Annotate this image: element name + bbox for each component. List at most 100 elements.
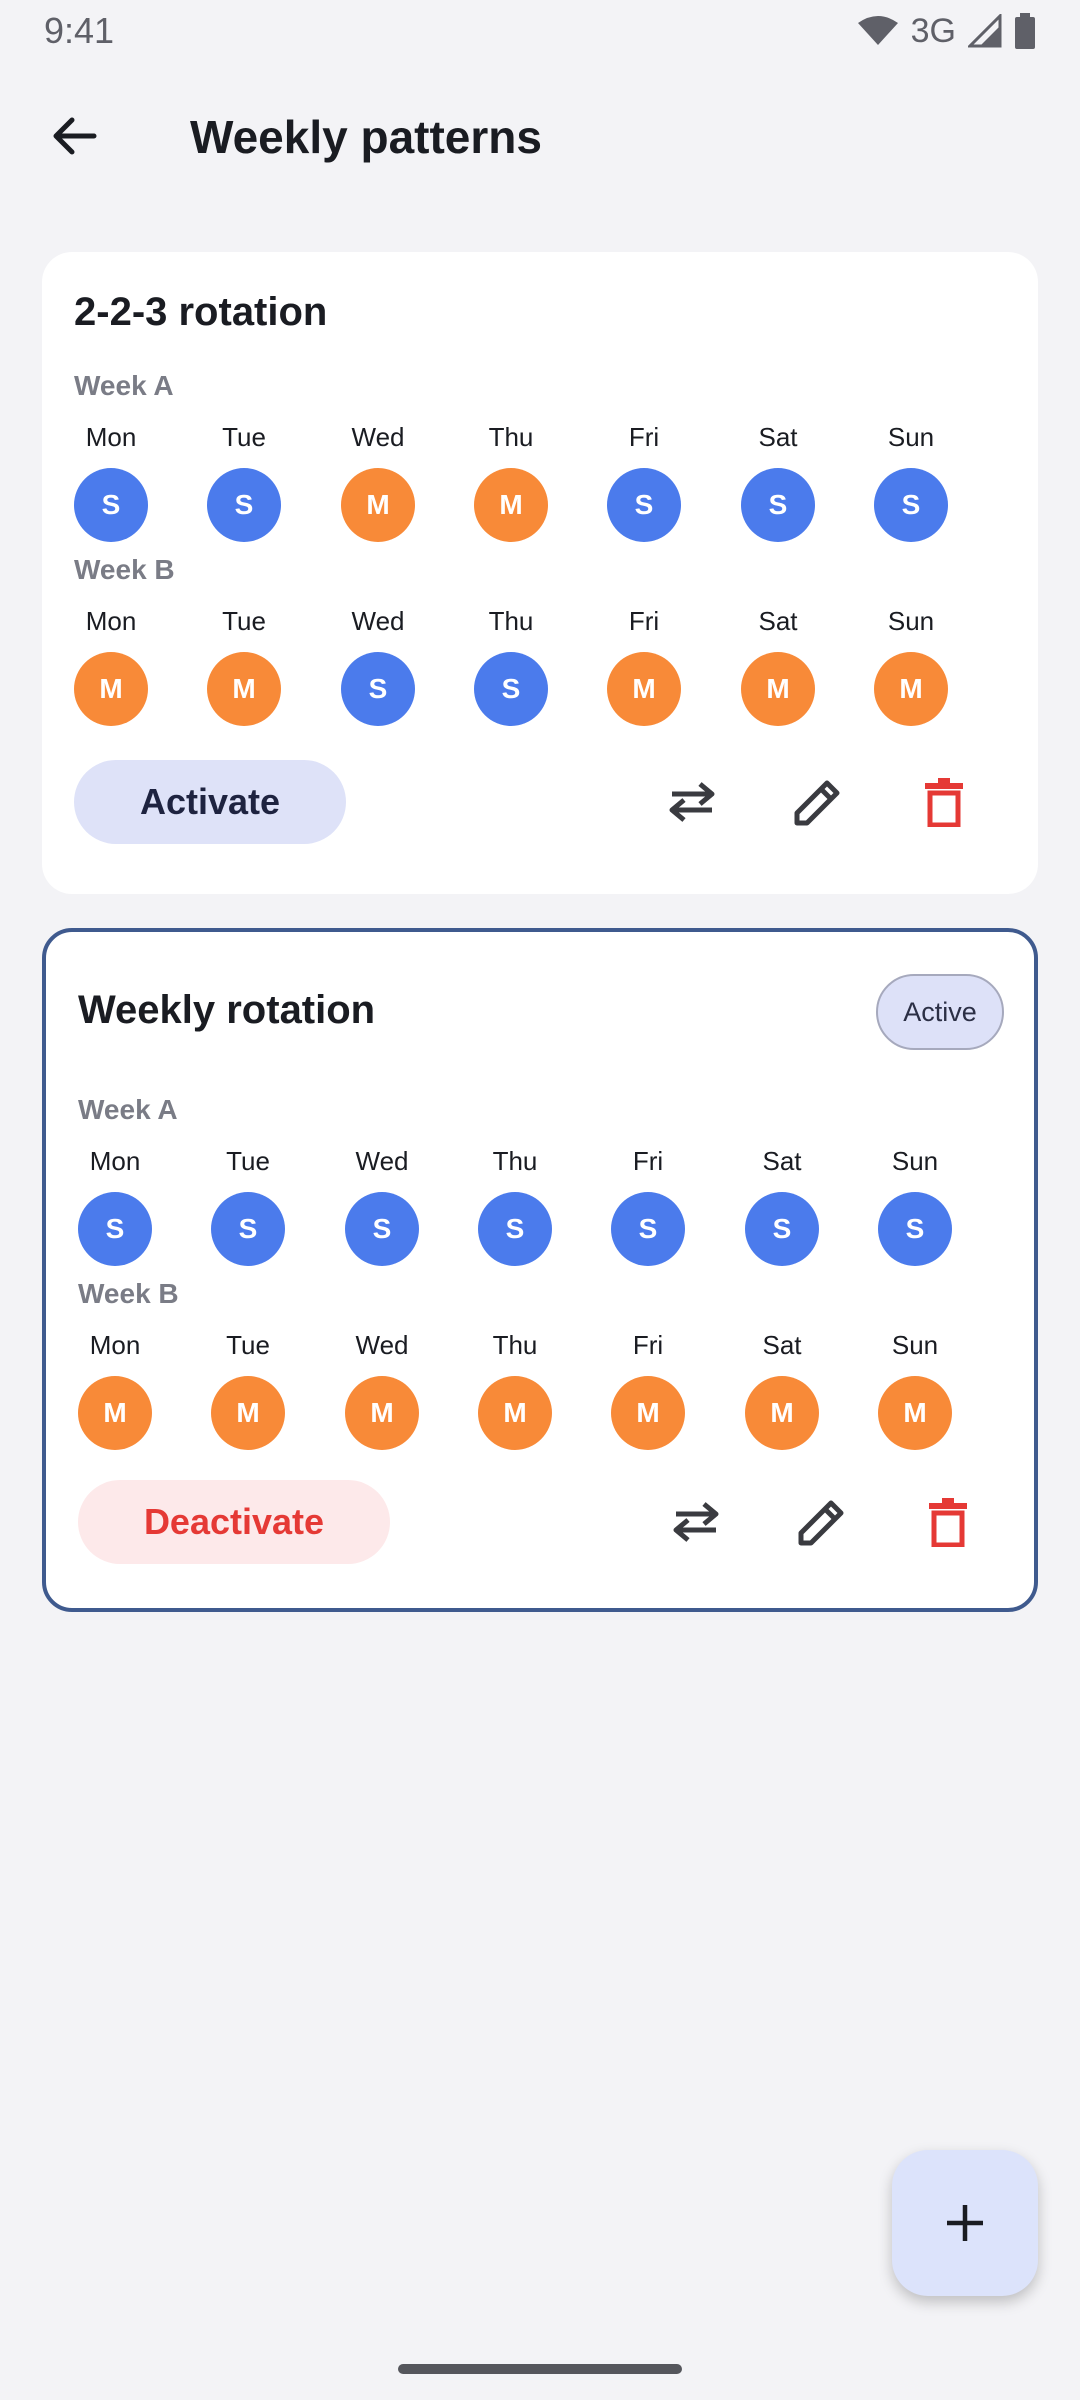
swap-button[interactable] [656,766,728,838]
day-cell-wed: Wed M [341,422,415,542]
shift-dot: M [478,1376,552,1450]
day-cell-wed: Wed S [345,1146,419,1266]
signal-icon [968,14,1002,48]
day-name: Tue [222,606,266,636]
day-name: Sat [762,1146,802,1176]
day-cell-mon: Mon S [78,1146,152,1266]
week-a-days: Mon S Tue S Wed M Thu M Fri S Sat S Sun S [74,422,1008,542]
shift-dot: M [211,1376,285,1450]
delete-button[interactable] [912,1486,984,1558]
pattern-card-2-2-3-rotation: 2-2-3 rotation Week A Mon S Tue S Wed M Thu M Fr… [42,252,1038,894]
shift-dot: S [474,652,548,726]
shift-dot: M [74,652,148,726]
day-name: Wed [355,1330,409,1360]
day-cell-thu: Thu M [474,422,548,542]
day-name: Thu [492,1330,538,1360]
day-cell-fri: Fri S [611,1146,685,1266]
day-cell-fri: Fri M [611,1330,685,1450]
edit-button[interactable] [782,766,854,838]
day-cell-tue: Tue M [207,606,281,726]
day-cell-sun: Sun M [878,1330,952,1450]
day-name: Fri [628,422,660,452]
shift-dot: S [878,1192,952,1266]
shift-dot: S [611,1192,685,1266]
shift-dot: M [474,468,548,542]
add-pattern-button[interactable] [892,2150,1038,2296]
day-name: Wed [355,1146,409,1176]
shift-dot: M [341,468,415,542]
shift-dot: S [78,1192,152,1266]
shift-dot: M [745,1376,819,1450]
screen: 9:41 3G Weekly patterns 2-2-3 rotation W… [0,0,1080,2400]
trash-icon [925,778,963,827]
shift-dot: M [874,652,948,726]
shift-dot: S [745,1192,819,1266]
delete-button[interactable] [908,766,980,838]
wifi-icon [857,16,898,45]
day-name: Sun [891,1146,939,1176]
day-name: Fri [632,1146,664,1176]
day-name: Mon [89,1330,141,1360]
status-bar: 9:41 3G [0,0,1080,62]
day-cell-sun: Sun S [878,1146,952,1266]
pattern-name: 2-2-3 rotation [74,290,328,334]
back-button[interactable] [44,106,104,166]
status-icons: 3G [857,12,1036,51]
week-a-label: Week A [78,1094,178,1125]
swap-icon [673,1502,719,1542]
day-name: Wed [351,606,405,636]
shift-dot: S [211,1192,285,1266]
week-a-label: Week A [74,370,174,401]
swap-button[interactable] [660,1486,732,1558]
shift-dot: M [207,652,281,726]
shift-dot: M [345,1376,419,1450]
week-b-days: Mon M Tue M Wed M Thu M Fri M Sat M Sun M [78,1330,1012,1450]
week-b-days: Mon M Tue M Wed S Thu S Fri M Sat M Sun M [74,606,1008,726]
day-name: Fri [628,606,660,636]
day-cell-thu: Thu S [478,1146,552,1266]
shift-dot: M [741,652,815,726]
day-name: Sun [887,606,935,636]
day-name: Mon [85,422,137,452]
week-a-days: Mon S Tue S Wed S Thu S Fri S Sat S Sun S [78,1146,1012,1266]
day-name: Mon [85,606,137,636]
shift-dot: M [878,1376,952,1450]
day-name: Sat [762,1330,802,1360]
shift-dot: M [611,1376,685,1450]
pattern-card-weekly-rotation: Weekly rotation Active Week A Mon S Tue S We… [42,928,1038,1612]
deactivate-button[interactable]: Deactivate [78,1480,390,1564]
day-cell-tue: Tue S [211,1146,285,1266]
day-cell-sat: Sat M [745,1330,819,1450]
day-cell-mon: Mon M [78,1330,152,1450]
edit-button[interactable] [786,1486,858,1558]
day-cell-mon: Mon M [74,606,148,726]
day-name: Sun [887,422,935,452]
shift-dot: S [341,652,415,726]
edit-icon [798,1500,844,1546]
shift-dot: S [741,468,815,542]
day-cell-mon: Mon S [74,422,148,542]
day-name: Thu [492,1146,538,1176]
trash-icon [929,1498,967,1547]
day-cell-fri: Fri S [607,422,681,542]
day-cell-sat: Sat S [741,422,815,542]
app-bar: Weekly patterns [0,82,1080,192]
day-cell-sun: Sun M [874,606,948,726]
day-cell-wed: Wed M [345,1330,419,1450]
day-cell-thu: Thu S [474,606,548,726]
activate-button[interactable]: Activate [74,760,346,844]
arrow-back-icon [53,117,97,155]
day-cell-thu: Thu M [478,1330,552,1450]
shift-dot: S [607,468,681,542]
day-cell-wed: Wed S [341,606,415,726]
shift-dot: S [874,468,948,542]
day-cell-sun: Sun S [874,422,948,542]
gesture-bar [398,2364,682,2374]
shift-dot: S [74,468,148,542]
day-cell-tue: Tue S [207,422,281,542]
page-title: Weekly patterns [190,111,542,163]
status-time: 9:41 [44,10,115,51]
day-name: Tue [226,1330,270,1360]
day-name: Thu [488,422,534,452]
day-cell-sat: Sat S [745,1146,819,1266]
